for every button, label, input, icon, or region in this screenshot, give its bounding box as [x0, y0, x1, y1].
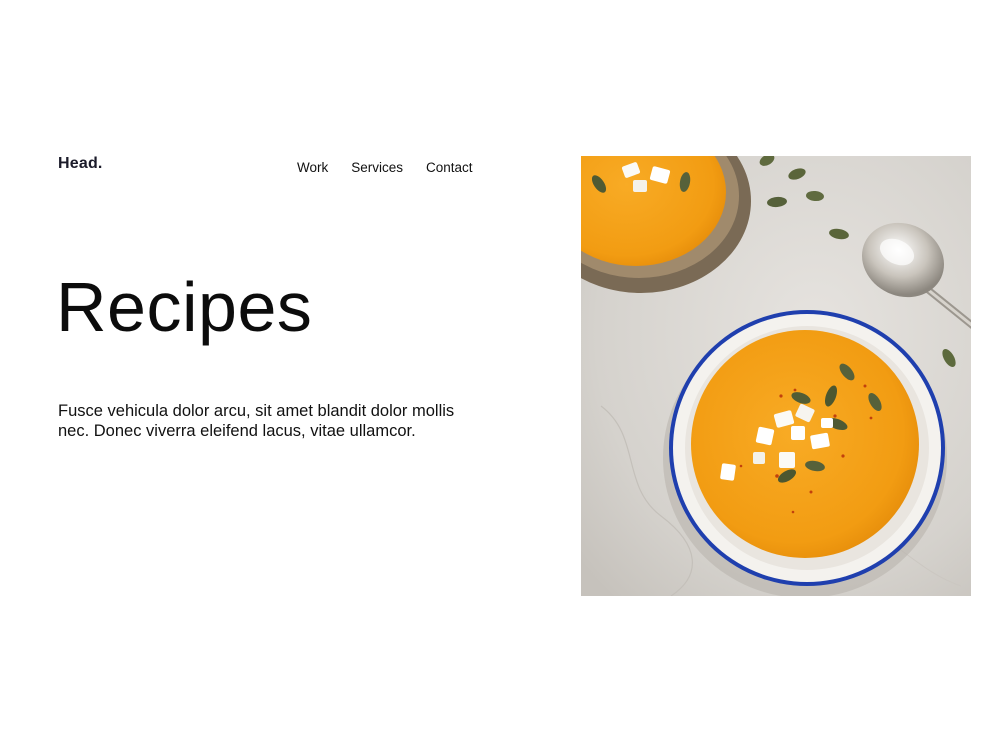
nav-item-contact[interactable]: Contact [426, 160, 473, 175]
hero-description: Fusce vehicula dolor arcu, sit amet blan… [58, 402, 455, 440]
nav-item-work[interactable]: Work [297, 160, 328, 175]
page-title: Recipes [56, 268, 313, 346]
soup-photo [581, 156, 971, 596]
brand-logo[interactable]: Head. [58, 155, 103, 173]
nav-item-services[interactable]: Services [351, 160, 403, 175]
main-nav: Work Services Contact [297, 160, 473, 175]
landing-page: Head. Work Services Contact Recipes Fusc… [0, 0, 1000, 750]
hero-image [581, 156, 971, 596]
